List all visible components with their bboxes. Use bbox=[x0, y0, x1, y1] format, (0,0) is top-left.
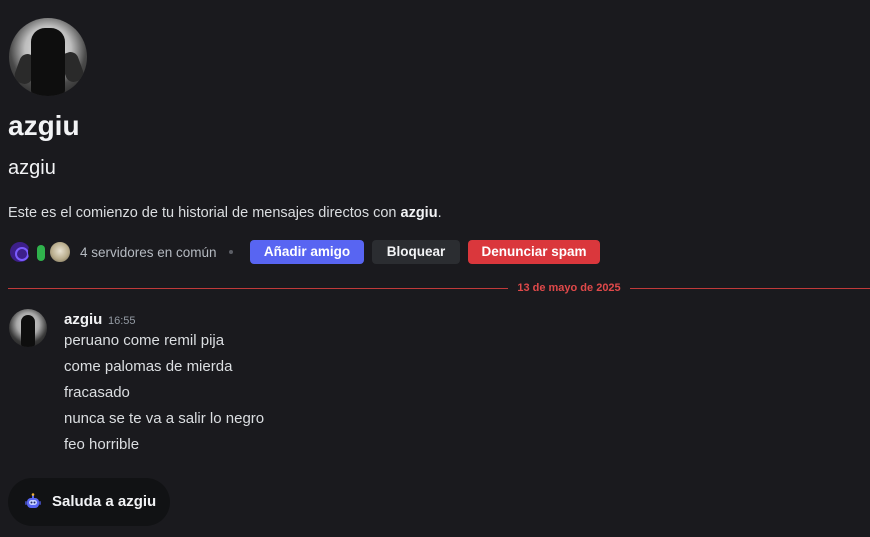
profile-avatar[interactable] bbox=[9, 18, 87, 96]
message-line: fracasado bbox=[64, 384, 130, 401]
intro-suffix: . bbox=[437, 205, 442, 221]
intro-prefix: Este es el comienzo de tu historial de m… bbox=[8, 205, 401, 221]
message-author-avatar[interactable] bbox=[9, 309, 47, 347]
profile-username: azgiu bbox=[8, 157, 56, 179]
date-divider-label: 13 de mayo de 2025 bbox=[517, 282, 621, 294]
mutual-servers-link[interactable]: 4 servidores en común bbox=[80, 245, 217, 260]
wumpus-wave-icon bbox=[25, 493, 41, 508]
date-divider-line-right bbox=[630, 288, 870, 289]
message-timestamp[interactable]: 16:55 bbox=[108, 315, 136, 327]
message-line: peruano come remil pija bbox=[64, 332, 225, 349]
message-line: come palomas de mierda bbox=[64, 358, 233, 375]
wave-button[interactable]: Saluda a azgiu bbox=[8, 478, 170, 526]
report-spam-button[interactable]: Denunciar spam bbox=[468, 240, 600, 264]
message-line: nunca se te va a salir lo negro bbox=[64, 410, 265, 427]
profile-display-name: azgiu bbox=[8, 110, 80, 141]
wave-button-label: Saluda a azgiu bbox=[52, 493, 157, 510]
dm-intro-text: Este es el comienzo de tu historial de m… bbox=[8, 205, 442, 221]
server-icon-photo[interactable] bbox=[48, 240, 72, 264]
message-author-name[interactable]: azgiu bbox=[64, 311, 102, 328]
intro-name: azgiu bbox=[400, 205, 438, 221]
block-button[interactable]: Bloquear bbox=[372, 240, 460, 264]
add-friend-button[interactable]: Añadir amigo bbox=[250, 240, 364, 264]
separator-dot bbox=[229, 250, 233, 254]
date-divider-line-left bbox=[8, 288, 508, 289]
mutual-server-icons[interactable] bbox=[8, 240, 74, 264]
message-line: feo horrible bbox=[64, 436, 140, 453]
